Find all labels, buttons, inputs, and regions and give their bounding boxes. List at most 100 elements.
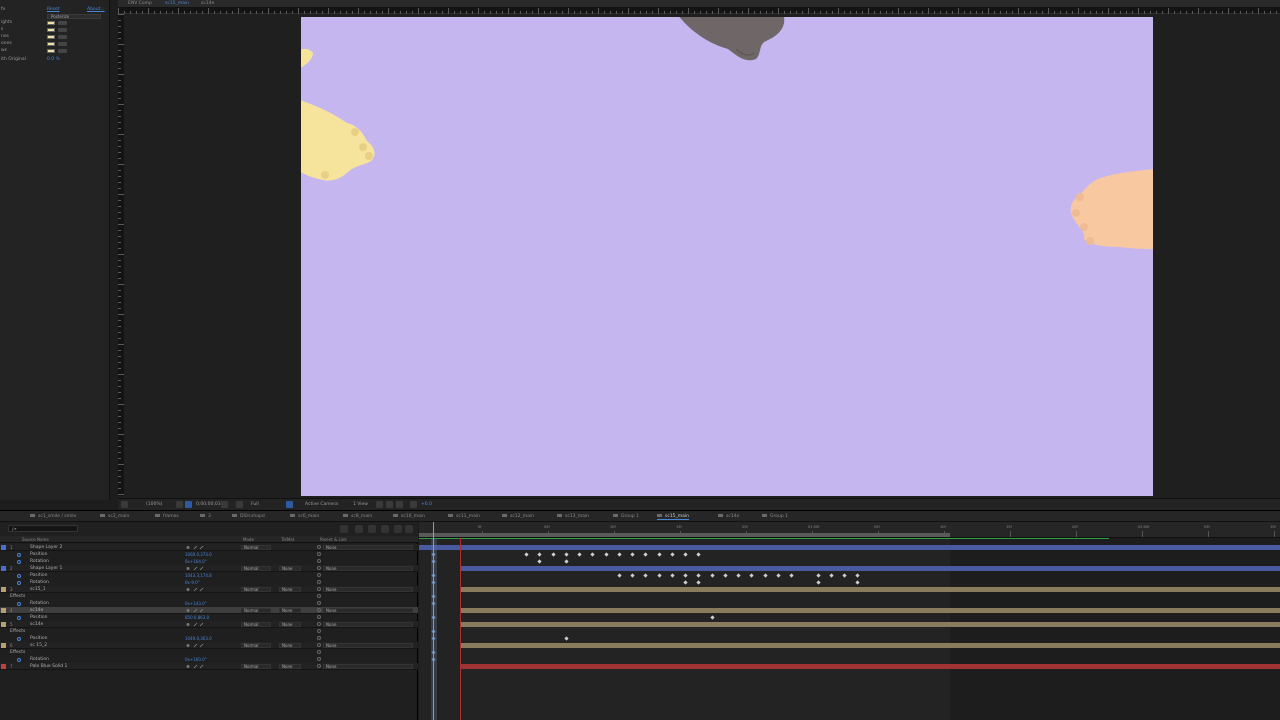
effect-preset-dropdown[interactable]: Posterize xyxy=(47,13,101,19)
timeline-tab[interactable]: sc15_main xyxy=(657,513,690,520)
timecode-display[interactable]: 0;00;00;03 xyxy=(196,501,221,508)
expression-pickwhip-icon[interactable] xyxy=(317,601,321,605)
toggle-pixel-icon[interactable] xyxy=(376,501,383,508)
expression-pickwhip-icon[interactable] xyxy=(317,580,321,584)
comp-tab[interactable]: sc14e xyxy=(201,0,214,8)
playhead[interactable] xyxy=(433,522,434,720)
horizontal-ruler[interactable] xyxy=(118,8,1280,14)
timeline-tab[interactable]: sc11_main xyxy=(448,513,480,520)
property-row[interactable]: Rotation 0x+143.0° xyxy=(0,600,418,607)
color-swatch[interactable] xyxy=(47,21,55,25)
parent-dropdown[interactable]: None xyxy=(323,608,413,613)
property-value[interactable]: 0x-9.0° xyxy=(185,579,200,586)
layer-label-color[interactable] xyxy=(1,566,6,571)
stopwatch-icon[interactable] xyxy=(17,601,21,606)
track-matte-dropdown[interactable]: None xyxy=(279,622,301,627)
property-row[interactable]: Position 850.0,863.0 xyxy=(0,614,418,621)
view-layout-dropdown[interactable]: 1 View xyxy=(353,501,368,508)
timeline-tab[interactable]: sc6_main xyxy=(290,513,319,520)
layer-switches[interactable] xyxy=(185,608,215,613)
blend-mode-dropdown[interactable]: Normal xyxy=(241,643,271,648)
layer-name[interactable]: sc14e xyxy=(30,621,43,628)
blend-mode-dropdown[interactable]: Normal xyxy=(241,664,271,669)
transparency-icon[interactable] xyxy=(185,501,192,508)
layer-switches[interactable] xyxy=(185,664,215,669)
track-matte-dropdown[interactable]: None xyxy=(279,587,301,592)
timeline-tab[interactable]: sc13_main xyxy=(557,513,589,520)
layer-row[interactable]: 6 sc 15_2 Normal None None xyxy=(0,642,418,649)
track-matte-dropdown[interactable]: None xyxy=(279,608,301,613)
eyedropper-icon[interactable] xyxy=(58,35,67,39)
motion-blur-icon[interactable] xyxy=(394,525,402,533)
property-value[interactable]: 1060.0,373.0 xyxy=(185,551,212,558)
layer-label-color[interactable] xyxy=(1,587,6,592)
property-row[interactable]: Rotation 0x-9.0° xyxy=(0,579,418,586)
layer-switches[interactable] xyxy=(185,566,215,571)
timeline-tab[interactable]: frames xyxy=(155,513,179,520)
property-row[interactable]: Position 1049.0,303.0 xyxy=(0,635,418,642)
property-row[interactable]: Position 1060.0,373.0 xyxy=(0,551,418,558)
camera-dropdown[interactable]: Active Camera xyxy=(305,501,338,508)
layer-duration-bar[interactable] xyxy=(460,587,1280,592)
layer-duration-bar[interactable] xyxy=(419,545,1280,550)
parent-pickwhip-icon[interactable] xyxy=(317,545,321,549)
layer-duration-bar[interactable] xyxy=(460,608,1280,613)
timeline-tab[interactable]: 3 xyxy=(200,513,211,520)
blend-original-value[interactable]: 0.0 % xyxy=(47,57,60,63)
shy-layers-icon[interactable] xyxy=(368,525,376,533)
color-swatch[interactable] xyxy=(47,49,55,53)
timeline-tab[interactable]: Group 1 xyxy=(613,513,639,520)
blend-mode-dropdown[interactable]: Normal xyxy=(241,566,271,571)
blend-mode-dropdown[interactable]: Normal xyxy=(241,545,271,550)
expression-pickwhip-icon[interactable] xyxy=(317,573,321,577)
track-matte-dropdown[interactable]: None xyxy=(279,664,301,669)
property-row[interactable]: Effects xyxy=(0,593,418,600)
color-swatch[interactable] xyxy=(47,28,55,32)
layer-name[interactable]: sc 15_2 xyxy=(30,642,47,649)
expression-pickwhip-icon[interactable] xyxy=(317,657,321,661)
timeline-tab[interactable]: DSH.shapd xyxy=(232,513,265,520)
property-row[interactable]: Effects xyxy=(0,649,418,656)
exposure-reset-icon[interactable] xyxy=(410,501,417,508)
parent-dropdown[interactable]: None xyxy=(323,643,413,648)
expression-pickwhip-icon[interactable] xyxy=(317,636,321,640)
color-swatch[interactable] xyxy=(47,42,55,46)
timeline-track-area[interactable]: 0f 05f 10f 15f 20f 01:00f 05f 10f 15f 20f 02:00f 05… xyxy=(419,522,1280,720)
parent-pickwhip-icon[interactable] xyxy=(317,622,321,626)
stopwatch-icon[interactable] xyxy=(17,615,21,620)
parent-dropdown[interactable]: None xyxy=(323,566,413,571)
expression-pickwhip-icon[interactable] xyxy=(317,559,321,563)
parent-header[interactable]: Parent & Link xyxy=(320,536,347,543)
layer-label-color[interactable] xyxy=(1,643,6,648)
layer-label-color[interactable] xyxy=(1,608,6,613)
parent-dropdown[interactable]: None xyxy=(323,545,413,550)
property-row[interactable]: Effects xyxy=(0,628,418,635)
layer-row[interactable]: 5 sc14e Normal None None xyxy=(0,621,418,628)
track-matte-dropdown[interactable]: None xyxy=(279,566,301,571)
expression-pickwhip-icon[interactable] xyxy=(317,629,321,633)
region-of-interest-icon[interactable] xyxy=(286,501,293,508)
track-matte-dropdown[interactable]: None xyxy=(279,643,301,648)
eyedropper-icon[interactable] xyxy=(58,42,67,46)
layer-row[interactable]: 7 Pale Blue Solid 1 Normal None None xyxy=(0,663,418,670)
parent-pickwhip-icon[interactable] xyxy=(317,643,321,647)
property-value[interactable]: 0x+164.0° xyxy=(185,558,207,565)
timeline-tab[interactable]: sc14e xyxy=(718,513,739,520)
vertical-ruler[interactable] xyxy=(118,14,124,496)
property-row[interactable]: Rotation 0x+164.0° xyxy=(0,558,418,565)
color-channel-icon[interactable] xyxy=(236,501,243,508)
exposure-value[interactable]: +0.0 xyxy=(421,501,432,508)
fast-preview-icon[interactable] xyxy=(386,501,393,508)
snapshot-icon[interactable] xyxy=(221,501,228,508)
layer-label-color[interactable] xyxy=(1,664,6,669)
layer-name[interactable]: sc15_1 xyxy=(30,586,46,593)
expression-pickwhip-icon[interactable] xyxy=(317,650,321,654)
layer-name[interactable]: Pale Blue Solid 1 xyxy=(30,663,67,670)
draft-3d-icon[interactable] xyxy=(355,525,363,533)
property-value[interactable]: 0x+160.0° xyxy=(185,656,207,663)
layer-search-input[interactable]: ρ▾ xyxy=(8,525,78,532)
parent-pickwhip-icon[interactable] xyxy=(317,587,321,591)
expression-pickwhip-icon[interactable] xyxy=(317,615,321,619)
magnification-icon[interactable] xyxy=(121,501,128,508)
stopwatch-icon[interactable] xyxy=(17,573,21,578)
